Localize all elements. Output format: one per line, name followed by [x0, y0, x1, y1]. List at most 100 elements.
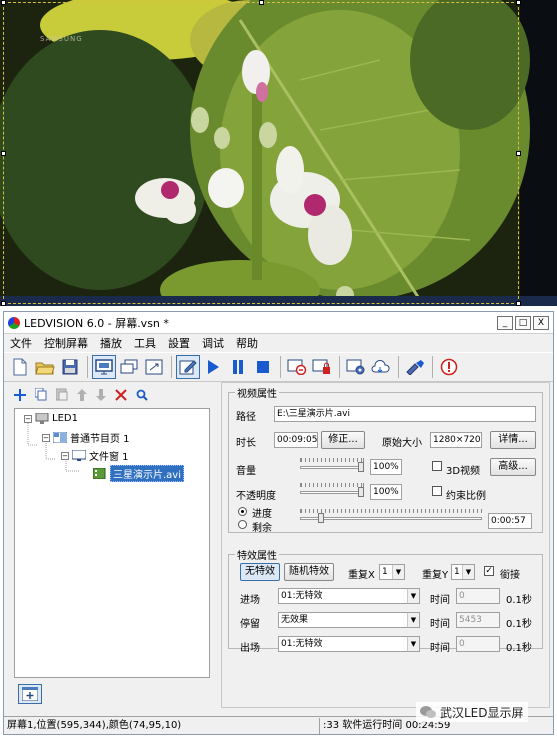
- move-up-icon[interactable]: [77, 388, 87, 404]
- multi-screen-icon[interactable]: [117, 355, 141, 379]
- collapse-toggle[interactable]: −: [61, 451, 69, 460]
- stay-label: 停留: [240, 619, 260, 630]
- progress-label: 进度: [252, 509, 272, 520]
- chevron-down-icon[interactable]: ▼: [407, 589, 419, 603]
- tree-node-label: 文件窗 1: [89, 452, 129, 463]
- enter-label: 进场: [240, 595, 260, 606]
- wechat-watermark: 武汉LED显示屏: [416, 702, 528, 722]
- chevron-down-icon[interactable]: ▼: [462, 565, 474, 579]
- advanced-button[interactable]: 高级...: [490, 458, 536, 476]
- opacity-label: 不透明度: [236, 491, 276, 502]
- menu-tools[interactable]: 工具: [134, 335, 156, 351]
- tree-node-led1[interactable]: − LED1: [24, 413, 78, 424]
- constrain-ratio-checkbox[interactable]: [432, 486, 442, 496]
- modify-button[interactable]: 修正...: [321, 431, 365, 449]
- tree-node-label: 三星演示片.avi: [110, 465, 185, 482]
- screen-display-icon[interactable]: [92, 355, 116, 379]
- properties-pane: 视频属性 路径 E:\三星演示片.avi 时长 00:09:05 修正... 原…: [221, 382, 550, 708]
- volume-slider-thumb[interactable]: [358, 462, 364, 472]
- play-icon[interactable]: [201, 355, 225, 379]
- volume-field[interactable]: 100%: [370, 459, 402, 475]
- opacity-slider-thumb[interactable]: [358, 487, 364, 497]
- progress-slider-thumb[interactable]: [318, 513, 324, 523]
- app-logo-icon: [8, 316, 20, 329]
- program-tree: − LED1 − 普通节目页 1 − 文件窗 1 三星演示片.avi: [14, 408, 210, 678]
- cloud-icon[interactable]: [369, 355, 393, 379]
- chevron-down-icon[interactable]: ▼: [392, 565, 404, 579]
- info-icon[interactable]: [437, 355, 461, 379]
- move-down-icon[interactable]: [96, 388, 106, 404]
- tree-node-label: LED1: [52, 413, 78, 424]
- collapse-toggle[interactable]: −: [24, 414, 32, 423]
- save-icon[interactable]: [58, 355, 82, 379]
- close-button[interactable]: X: [533, 315, 549, 330]
- remain-radio[interactable]: [238, 520, 247, 529]
- menu-debug[interactable]: 调试: [202, 335, 224, 351]
- path-field[interactable]: E:\三星演示片.avi: [274, 406, 536, 422]
- delete-screen-icon[interactable]: [285, 355, 309, 379]
- exit-time-label: 时间: [430, 643, 450, 654]
- random-effect-button[interactable]: 随机特效: [284, 563, 334, 581]
- path-label: 路径: [236, 412, 256, 423]
- minimize-button[interactable]: _: [497, 315, 513, 330]
- tree-node-page[interactable]: − 普通节目页 1: [42, 430, 130, 445]
- menu-help[interactable]: 帮助: [236, 335, 258, 351]
- menu-settings[interactable]: 設置: [168, 335, 190, 351]
- stop-icon[interactable]: [251, 355, 275, 379]
- repeat-y-select[interactable]: 1 ▼: [451, 564, 475, 580]
- details-button[interactable]: 详情...: [490, 431, 536, 449]
- delete-icon[interactable]: [115, 388, 127, 404]
- group-title: 特效属性: [237, 551, 277, 562]
- lock-screen-icon[interactable]: [310, 355, 334, 379]
- enter-time-label: 时间: [430, 595, 450, 606]
- tree-node-file-window[interactable]: − 文件窗 1: [61, 448, 129, 463]
- menu-play[interactable]: 播放: [100, 335, 122, 351]
- settings-icon[interactable]: [344, 355, 368, 379]
- open-folder-icon[interactable]: [33, 355, 57, 379]
- maximize-button[interactable]: □: [515, 315, 531, 330]
- stay-effect-select[interactable]: 无效果 ▼: [278, 612, 420, 628]
- progress-radio[interactable]: [238, 507, 247, 516]
- enter-effect-select[interactable]: 01:无特效 ▼: [278, 588, 420, 604]
- no-effect-button[interactable]: 无特效: [240, 563, 280, 581]
- remain-label: 剩余: [252, 523, 272, 534]
- program-tree-pane: − LED1 − 普通节目页 1 − 文件窗 1 三星演示片.avi: [8, 386, 213, 708]
- opacity-field[interactable]: 100%: [370, 484, 402, 500]
- collapse-toggle[interactable]: −: [42, 433, 50, 442]
- file-window-icon: [72, 450, 86, 461]
- opacity-slider[interactable]: [300, 482, 364, 498]
- video3d-checkbox[interactable]: [432, 461, 442, 471]
- tree-toolbar: [8, 386, 213, 406]
- volume-slider[interactable]: [300, 457, 364, 473]
- duration-field[interactable]: 00:09:05: [274, 432, 318, 448]
- exit-time-field[interactable]: 0: [456, 636, 500, 652]
- new-file-icon[interactable]: [8, 355, 32, 379]
- send-icon[interactable]: [403, 355, 427, 379]
- pause-icon[interactable]: [226, 355, 250, 379]
- menu-file[interactable]: 文件: [10, 335, 32, 351]
- join-checkbox[interactable]: ✓: [484, 566, 494, 576]
- stay-time-field[interactable]: 5453: [456, 612, 500, 628]
- chevron-down-icon[interactable]: ▼: [407, 613, 419, 627]
- chevron-down-icon[interactable]: ▼: [407, 637, 419, 651]
- samsung-watermark: SAMSUNG: [40, 35, 83, 43]
- enter-time-unit: 0.1秒: [506, 595, 532, 606]
- menu-control-screen[interactable]: 控制屏幕: [44, 335, 88, 351]
- copy-icon[interactable]: [34, 387, 47, 404]
- add-page-button[interactable]: [18, 684, 42, 704]
- volume-label: 音量: [236, 466, 256, 477]
- title-bar[interactable]: LEDVISION 6.0 - 屏幕.vsn * _ □ X: [4, 312, 553, 334]
- repeat-x-label: 重复X: [348, 570, 375, 581]
- enter-time-field[interactable]: 0: [456, 588, 500, 604]
- add-icon[interactable]: [14, 388, 26, 404]
- wechat-icon: [420, 706, 436, 718]
- paste-icon[interactable]: [55, 388, 68, 404]
- fit-screen-icon[interactable]: [142, 355, 166, 379]
- playback-progress-slider[interactable]: [300, 508, 482, 524]
- search-icon[interactable]: [136, 389, 148, 404]
- exit-effect-select[interactable]: 01:无特效 ▼: [278, 636, 420, 652]
- edit-icon[interactable]: [176, 355, 200, 379]
- tree-node-video-file[interactable]: 三星演示片.avi: [93, 465, 185, 482]
- led-screen-icon: [35, 413, 49, 424]
- repeat-x-select[interactable]: 1 ▼: [379, 564, 405, 580]
